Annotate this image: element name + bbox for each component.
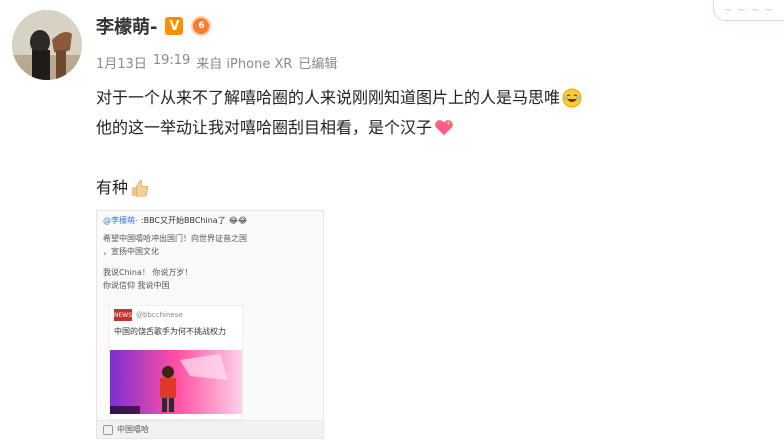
post-time[interactable]: 19:19 [153,53,190,72]
image-card-mention: @李檬萌- [103,216,138,225]
username[interactable]: 李檬萌- [96,13,157,39]
post-source: 来自 iPhone XR [196,57,293,72]
embedded-news-card: NEWS @bbcchinese 中国的饶舌歌手为何不挑战权力 [109,305,243,420]
corner-watermark: ~ ~ ~ ~ [713,0,784,21]
thumbs-up-emoji-icon [130,178,150,198]
avatar-image [12,10,82,80]
heart-emoji-icon [434,118,454,138]
name-row: 李檬萌- V 6 [96,13,212,39]
post-text-2: 他的这一举动让我对嘻哈圈刮目相看，是个汉子 [96,118,433,137]
image-card-footer: 中国嘻哈 [97,420,323,438]
image-card-header: @李檬萌- :BBC又开始BBChina了 😂😂 [97,211,323,230]
post-meta: 1月13日 19:19 来自 iPhone XR 已编辑 [96,53,337,72]
image-card-line-3: 我说China！ 你说万岁！ [103,268,193,277]
laughing-emoji-icon: 😂😂 [228,216,248,225]
embedded-news-header: NEWS @bbcchinese [110,306,242,324]
image-card-line-4: 你说信仰 我说中国 [103,281,170,290]
post-line-1: 对于一个从来不了解嘻哈圈的人来说刚刚知道图片上的人是马思唯 [96,83,582,113]
laughing-emoji-icon [562,88,582,108]
image-card-header-text: :BBC又开始BBChina了 [140,216,226,225]
post-date[interactable]: 1月13日 [96,53,147,72]
verified-v-icon[interactable]: V [165,17,184,35]
topic-icon [103,424,113,435]
image-card-line-2: ，宣扬中国文化 [103,247,159,256]
post-text-1: 对于一个从来不了解嘻哈圈的人来说刚刚知道图片上的人是马思唯 [96,88,561,107]
image-card-footer-text: 中国嘻哈 [117,425,149,434]
avatar[interactable] [12,10,82,80]
post-content: 对于一个从来不了解嘻哈圈的人来说刚刚知道图片上的人是马思唯 他的这一举动让我对嘻… [96,83,582,203]
post-line-2: 他的这一举动让我对嘻哈圈刮目相看，是个汉子 [96,113,582,143]
post-image-thumbnail[interactable]: @李檬萌- :BBC又开始BBChina了 😂😂 希望中国嘻哈冲出国门！向世界证… [96,210,324,439]
embedded-news-title: 中国的饶舌歌手为何不挑战权力 [114,327,226,336]
embedded-news-source: @bbcchinese [136,311,183,319]
bbc-news-logo: NEWS [114,309,132,321]
news-photo [110,350,242,414]
edited-label[interactable]: 已编辑 [298,53,337,72]
image-card-line-1: 希望中国嘻哈冲出国门！向世界证音之国 [103,234,247,243]
vip-level-icon[interactable]: 6 [191,16,212,36]
post-text-3: 有种 [96,178,129,197]
image-card-body: 希望中国嘻哈冲出国门！向世界证音之国 ，宣扬中国文化 我说China！ 你说万岁… [97,230,323,294]
post-line-3: 有种 [96,173,582,203]
